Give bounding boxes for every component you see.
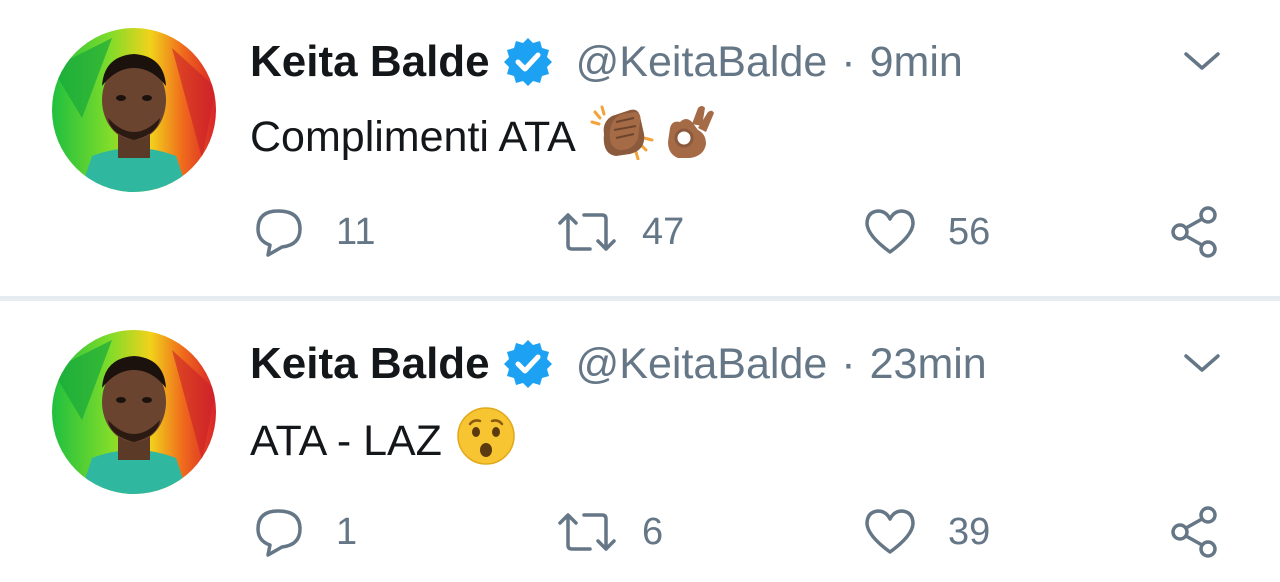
avatar[interactable]	[52, 330, 216, 494]
heart-icon	[865, 509, 915, 554]
tweet[interactable]: Keita Balde @KeitaBalde · 23min ATA - LA…	[0, 302, 1280, 582]
tweet-text: Complimenti ATA	[250, 104, 716, 171]
verified-badge-icon	[502, 36, 554, 88]
tweet-header: Keita Balde @KeitaBalde · 9min	[250, 34, 963, 90]
chevron-down-icon[interactable]	[1180, 348, 1224, 380]
hushed-face-emoji-icon	[456, 406, 516, 477]
retweet-icon	[558, 513, 616, 551]
divider	[0, 296, 1280, 301]
tweet-text-content: Complimenti ATA	[250, 113, 576, 161]
reply-button[interactable]: 1	[252, 504, 357, 560]
ok-hand-emoji-icon	[662, 104, 716, 171]
like-button[interactable]: 56	[862, 204, 990, 260]
share-button[interactable]	[1168, 204, 1222, 260]
retweet-button[interactable]: 6	[556, 504, 663, 560]
like-count: 56	[948, 210, 991, 253]
tweet-text: ATA - LAZ	[250, 406, 516, 477]
timestamp[interactable]: 23min	[870, 340, 987, 389]
display-name[interactable]: Keita Balde	[250, 339, 490, 389]
separator: ·	[841, 37, 856, 86]
retweet-button[interactable]: 47	[556, 204, 684, 260]
tweet-header: Keita Balde @KeitaBalde · 23min	[250, 336, 987, 392]
retweet-icon	[558, 213, 616, 251]
display-name[interactable]: Keita Balde	[250, 37, 490, 87]
like-button[interactable]: 39	[862, 504, 990, 560]
share-button[interactable]	[1168, 504, 1222, 560]
retweet-count: 47	[642, 210, 685, 253]
reply-icon	[256, 509, 302, 557]
share-icon	[1171, 506, 1217, 558]
tweet-text-content: ATA - LAZ	[250, 417, 442, 465]
chevron-down-icon[interactable]	[1180, 46, 1224, 78]
handle[interactable]: @KeitaBalde	[576, 38, 828, 87]
reply-icon	[256, 209, 302, 257]
like-count: 39	[948, 510, 991, 553]
retweet-count: 6	[642, 510, 664, 553]
reply-count: 11	[336, 210, 376, 253]
separator: ·	[841, 339, 856, 388]
reply-count: 1	[336, 510, 358, 553]
share-icon	[1171, 206, 1217, 258]
handle[interactable]: @KeitaBalde	[576, 340, 828, 389]
heart-icon	[865, 209, 915, 254]
clapping-hands-emoji-icon	[590, 104, 654, 171]
verified-badge-icon	[502, 338, 554, 390]
avatar[interactable]	[52, 28, 216, 192]
tweet[interactable]: Keita Balde @KeitaBalde · 9min Complimen…	[0, 0, 1280, 296]
timestamp[interactable]: 9min	[870, 38, 963, 87]
reply-button[interactable]: 11	[252, 204, 375, 260]
